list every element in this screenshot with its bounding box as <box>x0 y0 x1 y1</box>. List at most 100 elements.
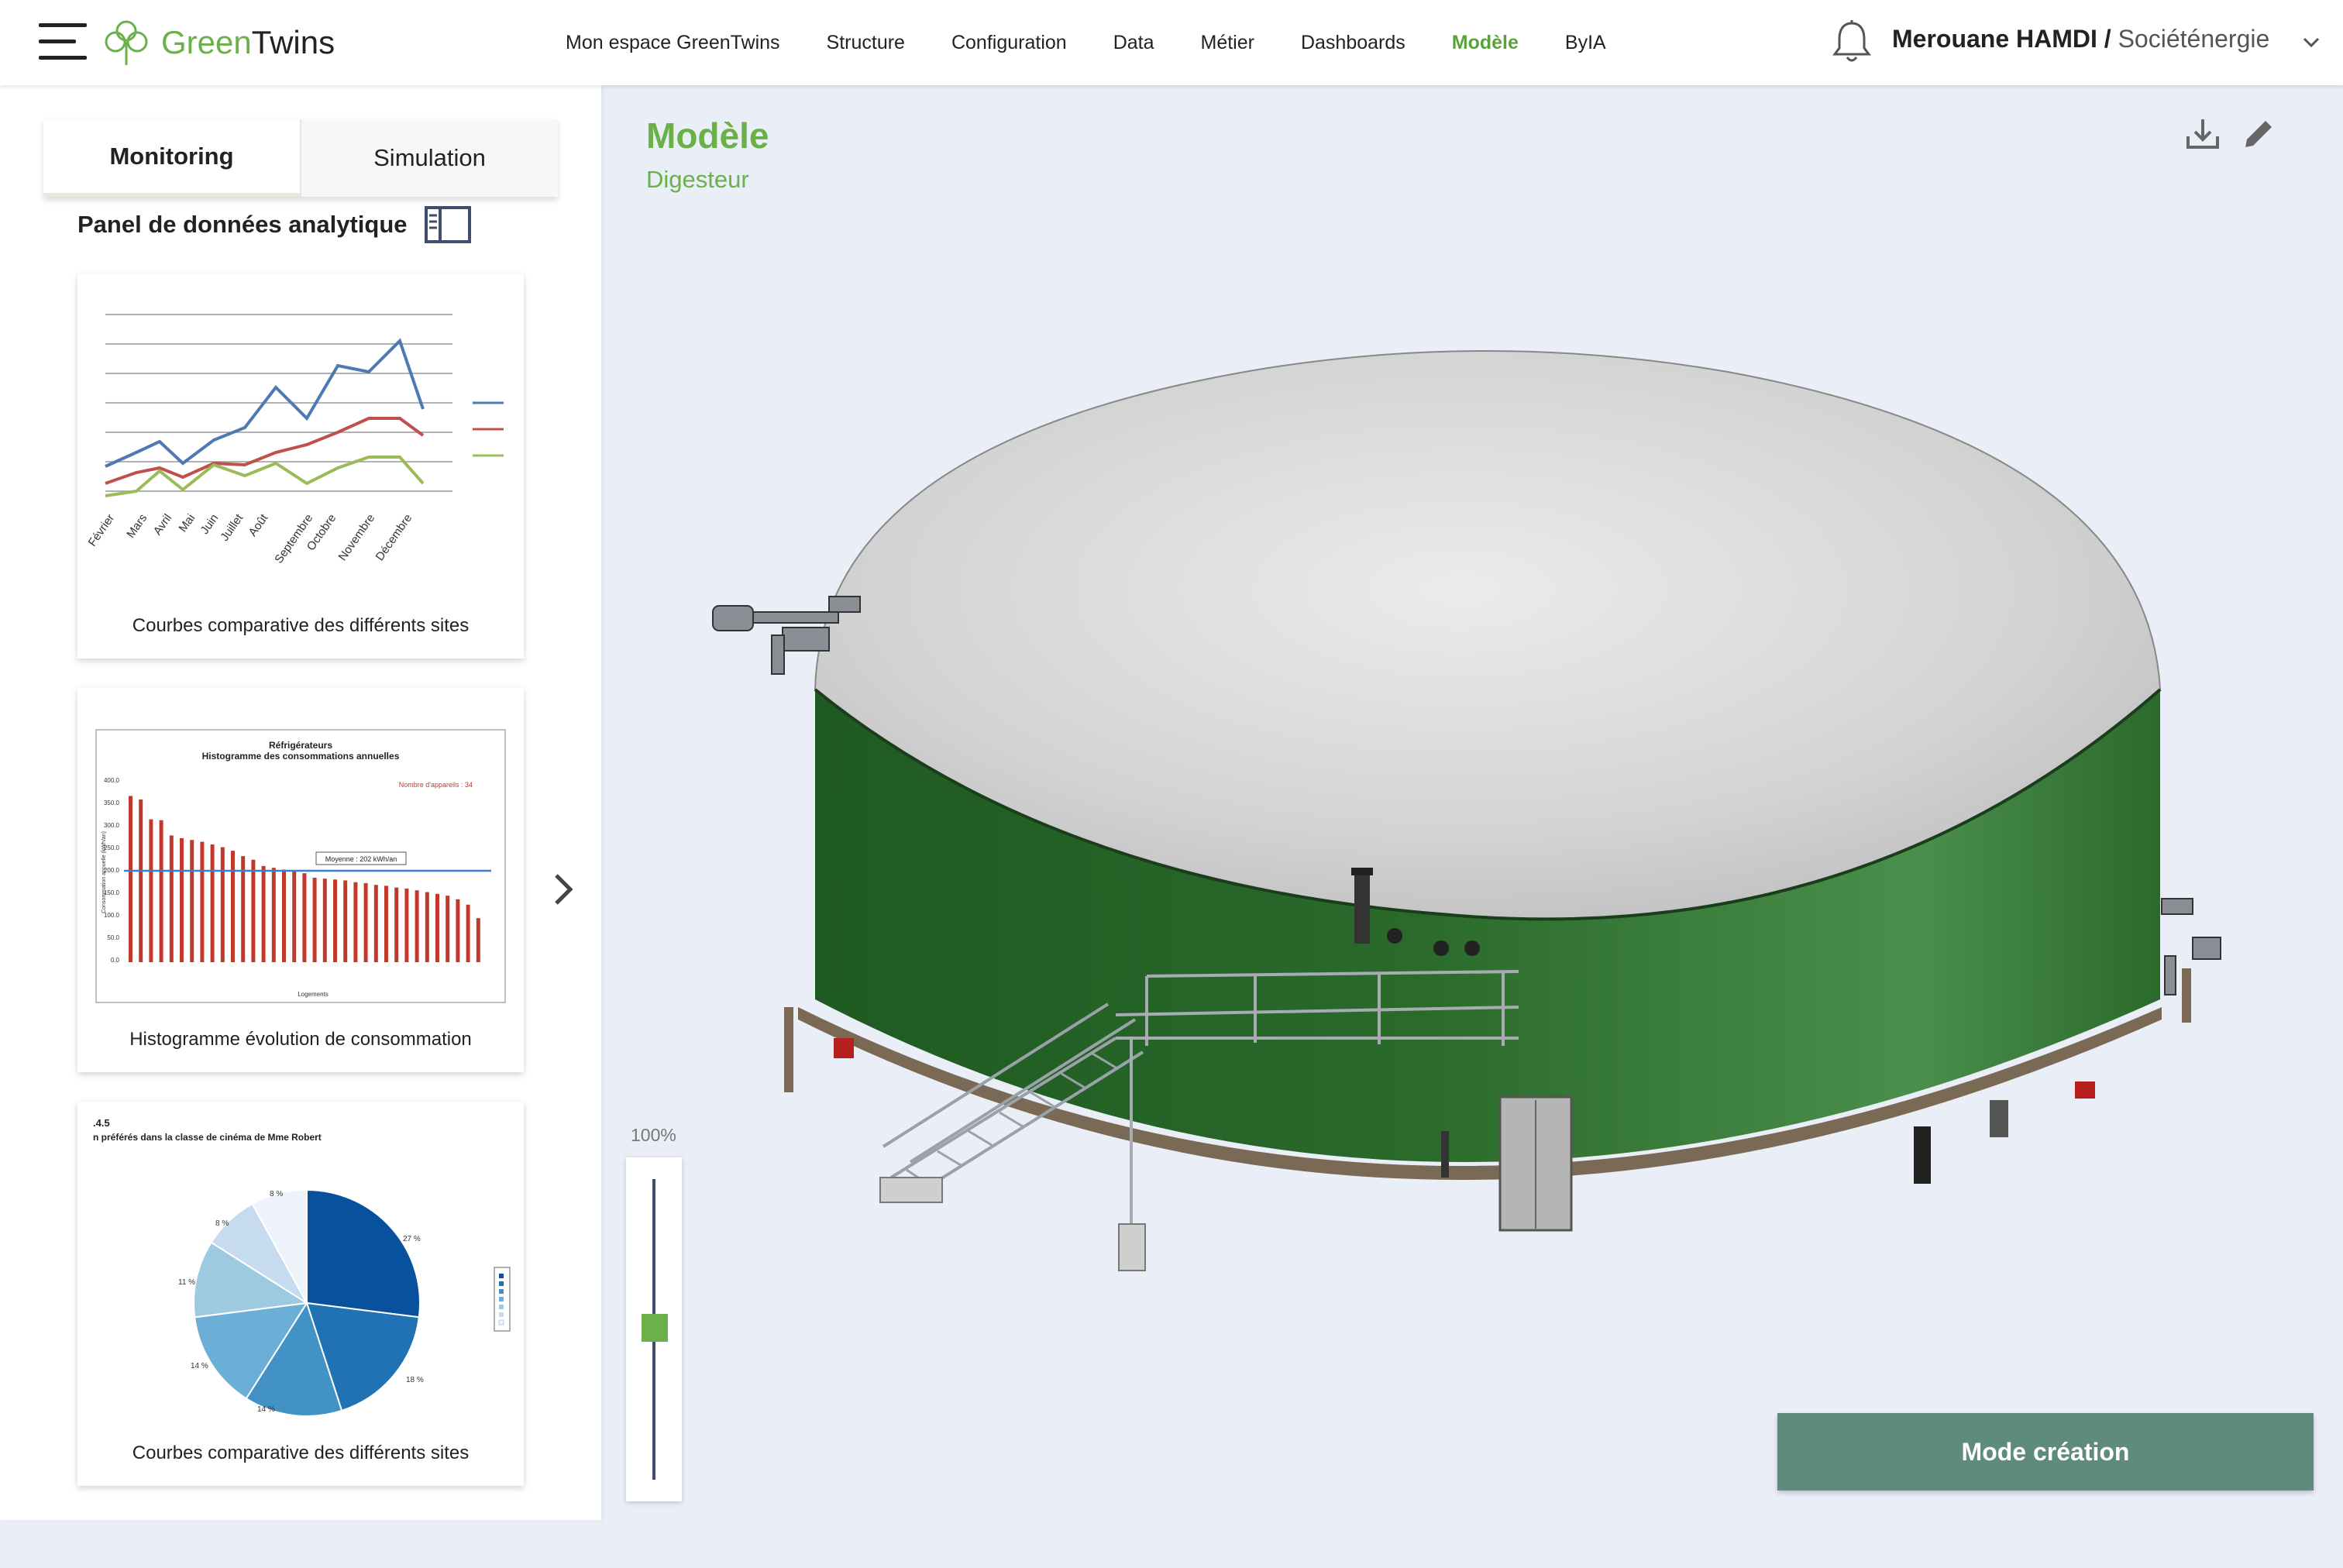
histogram-bar <box>139 799 143 962</box>
user-name: Merouane HAMDI / <box>1892 25 2111 53</box>
histogram-thumbnail: Réfrigérateurs Histogramme des consommat… <box>95 729 506 1003</box>
analytics-card-histogram[interactable]: Réfrigérateurs Histogramme des consommat… <box>77 688 524 1072</box>
greentwins-logo[interactable]: GreenTwins <box>101 17 335 68</box>
histogram-ytick: 400.0 <box>104 777 120 784</box>
sidebar-toggle-icon[interactable] <box>425 206 471 243</box>
edit-pencil-icon[interactable] <box>2239 115 2278 153</box>
logo-text-dark: Twins <box>251 24 335 60</box>
nav-metier[interactable]: Métier <box>1178 32 1278 54</box>
histogram-bar <box>446 896 450 962</box>
histogram-bar <box>159 820 163 962</box>
month-label: Juillet <box>218 511 246 544</box>
pie-slice-label: 14 % <box>257 1405 275 1414</box>
zoom-level: 100% <box>631 1125 676 1145</box>
pie-slice-label: 8 % <box>215 1219 229 1228</box>
histogram-title: Réfrigérateurs <box>269 740 332 751</box>
chevron-right-icon[interactable] <box>547 866 581 913</box>
month-label: Novembre <box>336 512 378 563</box>
month-label: Mai <box>176 512 198 535</box>
tab-monitoring[interactable]: Monitoring <box>43 119 300 197</box>
histogram-bar <box>220 847 225 962</box>
nav-dashboards[interactable]: Dashboards <box>1278 32 1429 54</box>
histogram-ytick: 50.0 <box>107 934 119 941</box>
histogram-bar <box>394 887 399 962</box>
histogram-bar <box>251 859 256 962</box>
histogram-bar <box>261 865 266 962</box>
nav-modele[interactable]: Modèle <box>1429 32 1542 54</box>
pie-slice-label: 11 % <box>178 1278 195 1287</box>
nav-data[interactable]: Data <box>1090 32 1178 54</box>
histogram-bar <box>415 890 419 962</box>
mode-creation-button[interactable]: Mode création <box>1777 1413 2314 1491</box>
histogram-note: Nombre d'appareils : 34 <box>399 781 473 789</box>
histogram-bar <box>322 879 327 962</box>
histogram-bar <box>312 877 317 962</box>
histogram-bar <box>333 879 337 962</box>
top-bar: GreenTwins Mon espace GreenTwins Structu… <box>0 0 2343 85</box>
month-label: Décembre <box>373 512 415 563</box>
pie-title: n préférés dans la classe de cinéma de M… <box>93 1132 322 1143</box>
nav-configuration[interactable]: Configuration <box>928 32 1090 54</box>
zoom-slider[interactable] <box>626 1157 682 1501</box>
histogram-ytick: 0.0 <box>111 957 120 964</box>
analytics-card-pie-chart[interactable]: .4.5 n préférés dans la classe de cinéma… <box>77 1102 524 1486</box>
pie-slice <box>306 1188 421 1319</box>
histogram-ytick: 300.0 <box>104 822 120 829</box>
histogram-bar <box>476 918 480 962</box>
histogram-bar <box>435 893 439 962</box>
bell-icon[interactable] <box>1830 19 1873 65</box>
histogram-ytick: 350.0 <box>104 799 120 806</box>
histogram-bar <box>149 819 153 962</box>
chevron-down-icon[interactable] <box>2300 31 2323 54</box>
histogram-xlabel: Logements <box>298 991 329 998</box>
download-icon[interactable] <box>2183 115 2222 153</box>
pie-slice-label: 8 % <box>270 1190 283 1198</box>
month-label: Août <box>246 511 271 539</box>
card-caption: Courbes comparative des différents sites <box>132 1442 470 1463</box>
user-account[interactable]: Merouane HAMDI / Sociéténergie <box>1892 25 2269 53</box>
histogram-bar <box>271 868 276 962</box>
histogram-ylabel: Consommation annuelle (kWh/an) <box>101 831 107 913</box>
main-nav: Mon espace GreenTwins Structure Configur… <box>542 0 1629 85</box>
histogram-bar <box>384 885 388 962</box>
nav-structure[interactable]: Structure <box>803 32 928 54</box>
analytics-card-line-chart[interactable]: Février Mars Avril Mai Juin Juillet Août… <box>77 274 524 658</box>
histogram-bar <box>282 869 286 962</box>
histogram-bar <box>169 835 174 962</box>
histogram-bar <box>343 880 348 962</box>
nav-mon-espace[interactable]: Mon espace GreenTwins <box>542 32 803 54</box>
pie-chart-thumbnail: .4.5 n préférés dans la classe de cinéma… <box>93 1117 511 1417</box>
histogram-bar <box>373 885 378 962</box>
histogram-bar <box>353 882 358 962</box>
histogram-bar <box>404 888 409 962</box>
tab-simulation[interactable]: Simulation <box>300 119 558 197</box>
organisation-name: Sociéténergie <box>2118 25 2270 53</box>
line-chart-thumbnail: Février Mars Avril Mai Juin Juillet Août… <box>88 314 504 566</box>
pie-slice-label: 27 % <box>403 1235 421 1243</box>
histogram-bar <box>190 840 194 962</box>
zoom-handle[interactable] <box>642 1314 668 1342</box>
histogram-bar <box>129 796 132 962</box>
histogram-bar <box>200 841 205 962</box>
digester-3d-model[interactable] <box>697 325 2247 1286</box>
clover-icon <box>105 20 148 65</box>
nav-byia[interactable]: ByIA <box>1542 32 1629 54</box>
pie-slice-label: 18 % <box>406 1376 424 1384</box>
card-caption: Histogramme évolution de consommation <box>129 1029 472 1050</box>
month-label: Février <box>88 512 117 549</box>
histogram-subtitle: Histogramme des consommations annuelles <box>202 751 400 762</box>
histogram-bar <box>456 899 460 962</box>
panel-tabs: Monitoring Simulation <box>43 119 558 197</box>
histogram-bar <box>425 892 429 962</box>
month-label: Mars <box>124 512 150 541</box>
histogram-bar <box>302 873 307 962</box>
histogram-bar <box>180 837 184 962</box>
histogram-mean-label: Moyenne : 202 kWh/an <box>325 855 397 863</box>
logo-text-green: Green <box>161 24 252 60</box>
histogram-bar <box>231 851 235 962</box>
menu-icon[interactable] <box>39 23 87 60</box>
histogram-bar <box>466 904 470 962</box>
month-label: Avril <box>151 512 175 538</box>
pie-slice-label: 14 % <box>191 1362 208 1370</box>
pie-heading: .4.5 <box>93 1117 110 1129</box>
